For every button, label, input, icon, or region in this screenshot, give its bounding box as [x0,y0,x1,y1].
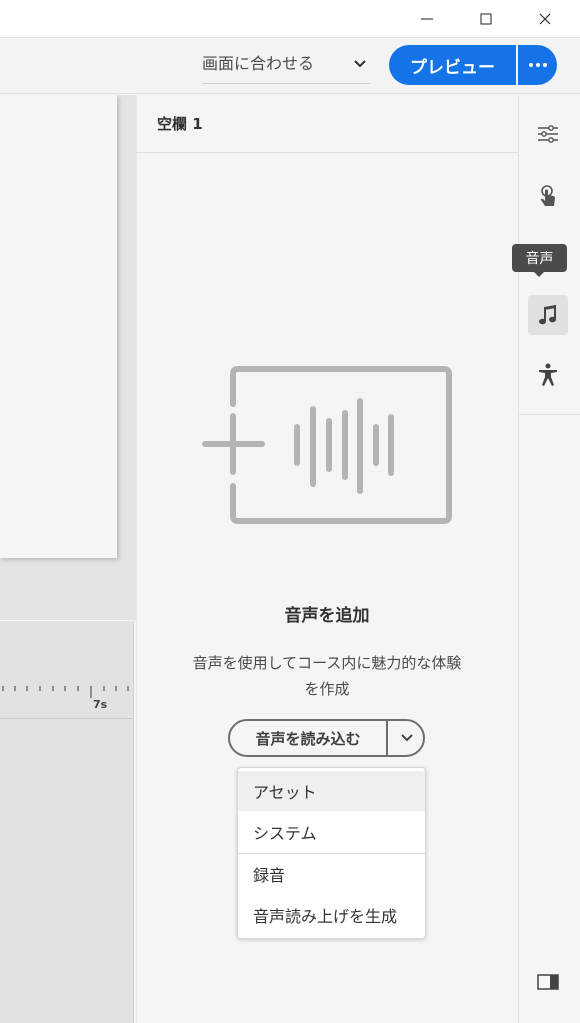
zoom-select-value: 画面に合わせる [202,54,315,73]
add-audio-illustration [202,366,452,524]
ruler-time-label: 7s [93,698,108,711]
menu-item-system[interactable]: システム [238,812,425,852]
chevron-down-icon [354,60,366,68]
empty-state-description: 音声を使用してコース内に魅力的な体験を作成 [192,654,462,698]
preview-button[interactable]: プレビュー [389,45,516,85]
menu-item-text-to-speech[interactable]: 音声読み上げを生成 [238,895,425,935]
empty-state-title: 音声を追加 [284,606,370,626]
sliders-icon [538,125,558,143]
maximize-button[interactable] [457,0,515,37]
timeline [0,621,134,1023]
accessibility-rail-button[interactable] [528,355,568,395]
preview-button-label: プレビュー [410,57,495,78]
right-rail [518,95,580,1023]
audio-tooltip: 音声 [512,244,567,272]
close-icon [539,13,551,24]
panel-toggle-icon [537,974,559,990]
tooltip-arrow [533,271,545,277]
import-audio-menu: アセット システム 録音 音声読み上げを生成 [237,767,426,939]
minimize-button[interactable] [398,0,456,37]
properties-rail-button[interactable] [528,114,568,154]
toggle-panel-rail-button[interactable] [528,962,568,1002]
touch-icon [541,185,555,206]
zoom-select[interactable]: 画面に合わせる [202,48,370,84]
rail-divider [518,414,580,415]
maximize-icon [480,13,492,24]
more-icon [528,63,547,67]
import-audio-split-button: 音声を読み込む [228,719,425,757]
import-audio-button-label: 音声を読み込む [255,729,361,748]
import-audio-button[interactable]: 音声を読み込む [230,721,388,755]
slide-canvas[interactable] [0,95,117,558]
interactions-rail-button[interactable] [528,176,568,216]
panel-title: 空欄 1 [157,115,203,133]
music-note-icon [539,305,556,325]
audio-rail-button[interactable] [528,295,568,335]
menu-item-record[interactable]: 録音 [238,854,425,894]
menu-item-asset[interactable]: アセット [238,771,425,811]
timeline-ruler[interactable] [0,684,133,719]
import-audio-dropdown-button[interactable] [390,721,423,755]
more-options-button[interactable] [518,45,557,85]
accessibility-icon [539,363,557,386]
chevron-down-icon [400,734,413,742]
minimize-icon [421,18,433,19]
close-button[interactable] [516,0,574,37]
